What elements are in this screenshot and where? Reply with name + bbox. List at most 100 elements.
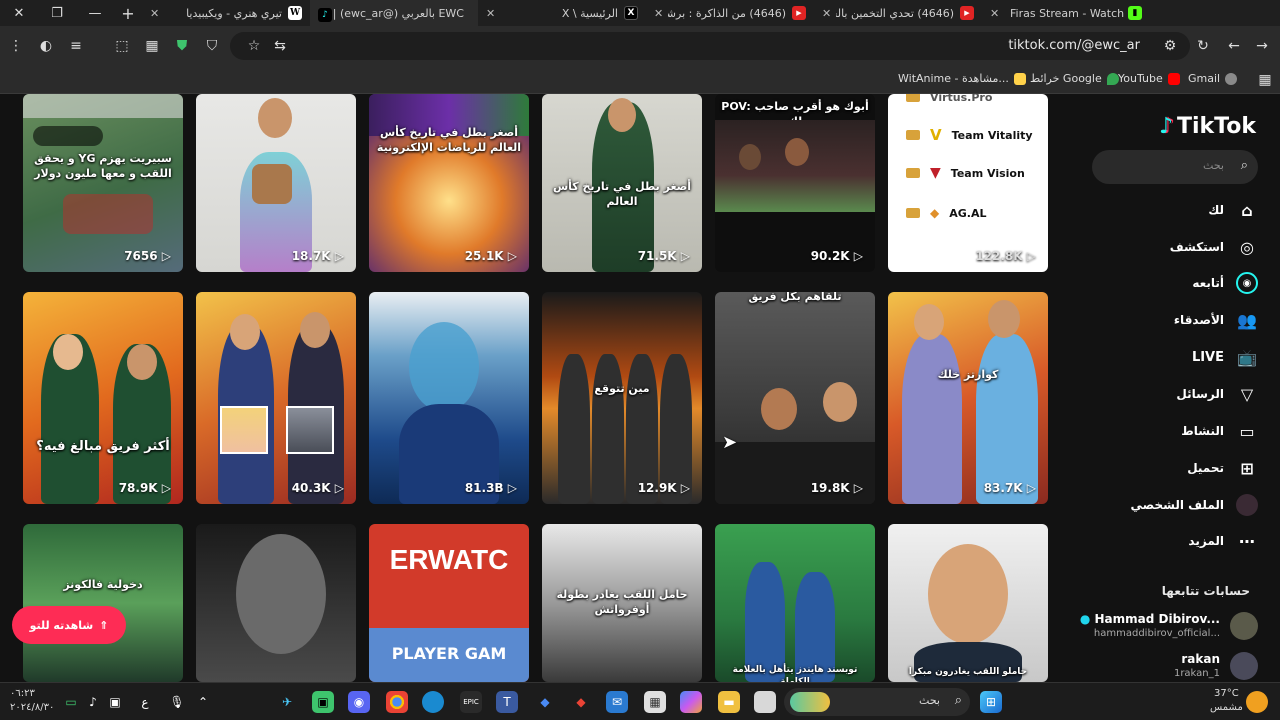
teams-icon[interactable]: T — [496, 691, 518, 713]
app-diamond-icon[interactable]: ◆ — [570, 691, 592, 713]
shield-icon[interactable]: ⛊ — [172, 36, 192, 56]
video-card[interactable]: 18.7K ▷ — [196, 94, 356, 272]
forward-arrow-icon[interactable]: → — [1252, 36, 1272, 56]
video-card[interactable]: 81.3B ▷ — [369, 292, 529, 504]
tab-youtube-barcelona[interactable]: ✕ (4646) من الذاكرة : برشلونة ▶ — [646, 0, 814, 26]
site-settings-icon[interactable]: ⚙ — [1160, 36, 1180, 56]
battery-icon[interactable]: ▭ — [60, 691, 82, 713]
close-tab-icon[interactable]: ✕ — [150, 7, 164, 20]
dropbox-icon[interactable]: ◆ — [534, 691, 556, 713]
nav-live[interactable]: LIVE 📺 — [1082, 345, 1258, 369]
nav-explore[interactable]: استكشف ◎ — [1082, 235, 1258, 259]
video-card[interactable]: حاملو اللقب يغادرون مبكرا — [888, 524, 1048, 682]
video-card[interactable]: توبسند هايندز يتأهل بالعلامة الكاملة — [715, 524, 875, 682]
video-card[interactable]: أصغر بطل في تاريخ كأس العالم 71.5K ▷ — [542, 94, 702, 272]
tiktok-logo[interactable]: ♪ TikTok — [1159, 114, 1256, 139]
video-card[interactable]: تلقاهم بكل فريق 19.8K ▷ — [715, 292, 875, 504]
profile-icon — [1236, 494, 1258, 516]
video-card[interactable]: أكثر فريق مبالغ فيه؟ 78.9K ▷ — [23, 292, 183, 504]
tab-title: Firas Stream - Watch Live — [1010, 6, 1128, 20]
nav-activity[interactable]: النشاط ▭ — [1082, 419, 1258, 443]
close-tab-icon[interactable]: ✕ — [990, 7, 1004, 20]
extension-icon[interactable]: ◐ — [36, 36, 56, 56]
video-card[interactable]: POV: أبوك هو أقرب صاحب لك 90.2K ▷ — [715, 94, 875, 272]
extensions-puzzle-icon[interactable]: ⬚ — [112, 36, 132, 56]
close-window-button[interactable]: ✕ — [0, 0, 38, 26]
bookmark-youtube[interactable]: YouTube — [1118, 72, 1180, 85]
discord-icon[interactable]: ◉ — [348, 691, 370, 713]
taskbar-search[interactable]: بحث ⌕ — [784, 688, 970, 716]
edge-icon[interactable] — [422, 691, 444, 713]
tab-tiktok[interactable]: ✕ EWC بالعربي (@ewc_ar) | ♪ — [310, 0, 478, 26]
bookmark-google-maps[interactable]: خرائط Google — [1030, 72, 1119, 85]
back-arrow-icon[interactable]: ← — [1224, 36, 1244, 56]
video-card[interactable]: سبيريت يهزم YG و يحقق اللقب و معها مليون… — [23, 94, 183, 272]
tab-wikipedia[interactable]: ✕ تيري هنري - ويكيبيديا W — [142, 0, 310, 26]
close-tab-icon[interactable]: ✕ — [654, 7, 668, 20]
nav-messages[interactable]: الرسائل ▽ — [1082, 382, 1258, 406]
restore-window-button[interactable]: ❐ — [38, 0, 76, 26]
following-accounts-header: حسابات تتابعها — [1161, 584, 1250, 598]
microphone-icon[interactable]: 🎙 — [166, 691, 188, 713]
nav-for-you[interactable]: لك ⌂ — [1082, 198, 1258, 222]
game-app-icon[interactable]: ▣ — [312, 691, 334, 713]
nav-more[interactable]: المزيد ⋯ — [1082, 529, 1258, 553]
epic-games-icon[interactable]: EPIC — [460, 691, 482, 713]
translate-icon[interactable]: ⇆ — [270, 36, 290, 56]
nav-friends[interactable]: الأصدقاء 👥 — [1082, 308, 1258, 332]
tab-youtube-challenge[interactable]: ✕ (4646) تحدي التخمين بالحركة ▶ — [814, 0, 982, 26]
video-card[interactable] — [196, 524, 356, 682]
tab-twitch[interactable]: ✕ Firas Stream - Watch Live ▮ — [982, 0, 1150, 26]
shield-outline-icon[interactable]: ⛉ — [202, 36, 222, 56]
store-icon[interactable]: ▦ — [644, 691, 666, 713]
following-account[interactable]: ● Hammad Dibirov... hammaddibirov_offici… — [1078, 610, 1258, 644]
copilot-icon[interactable] — [680, 691, 702, 713]
steam-icon[interactable]: ✈ — [276, 691, 298, 713]
video-card[interactable]: كوارتز خلك 83.7K ▷ — [888, 292, 1048, 504]
outlook-icon[interactable]: ✉ — [606, 691, 628, 713]
search-input[interactable]: بحث ⌕ — [1092, 150, 1258, 184]
minimize-window-button[interactable]: — — [76, 0, 114, 26]
video-card[interactable]: حامل اللقب يغادر بطولة أوفرواتش — [542, 524, 702, 682]
clock[interactable]: ٠٦:٢٣ ٢٠٢٤/٨/٣٠ — [10, 687, 54, 715]
account-handle: hammaddibirov_official... — [1093, 628, 1220, 639]
language-indicator[interactable]: ع — [134, 691, 156, 713]
following-account[interactable]: rakan 1rakan_1 — [1078, 650, 1258, 682]
chrome-icon[interactable] — [386, 691, 408, 713]
watched-just-now-button[interactable]: شاهدته للتو ⇑ — [12, 606, 126, 644]
video-scene — [715, 120, 875, 212]
address-bar[interactable]: ☆ ⇆ tiktok.com/@ewc_ar ⚙ — [230, 32, 1190, 60]
menu-dots-icon[interactable]: ⋮ — [6, 36, 26, 56]
twitch-icon: ▮ — [1128, 6, 1142, 20]
extension-icon[interactable]: ▦ — [142, 36, 162, 56]
video-card[interactable]: ERWATC PLAYER GAM — [369, 524, 529, 682]
video-card[interactable]: Virtus.Pro V Team Vitality ▼ Team Vision ◆… — [888, 94, 1048, 272]
weather-widget[interactable]: 37°C مشمس — [1210, 687, 1243, 715]
nav-following[interactable]: أتابعه ◉ — [1082, 271, 1258, 295]
network-icon[interactable]: ▣ — [104, 691, 126, 713]
video-card[interactable]: مين تتوقع 12.9K ▷ — [542, 292, 702, 504]
nav-profile[interactable]: الملف الشخصي — [1082, 493, 1258, 517]
tab-x[interactable]: ✕ الرئيسية \ X X — [478, 0, 646, 26]
bookmark-star-icon[interactable]: ☆ — [244, 36, 264, 56]
tray-chevron-icon[interactable]: ⌃ — [192, 691, 214, 713]
close-tab-icon[interactable]: ✕ — [486, 7, 500, 20]
apps-grid-icon[interactable]: ▦ — [1255, 70, 1275, 90]
video-card[interactable]: أصغر بطل في تاريخ كأس العالم للرياضات ال… — [369, 94, 529, 272]
bookmark-witanime[interactable]: WitAnime - مشاهدة... — [898, 72, 1026, 85]
volume-icon[interactable]: ♪ — [82, 691, 104, 713]
new-tab-button[interactable]: + — [114, 0, 142, 26]
file-explorer-icon[interactable]: ▬ — [718, 691, 740, 713]
person-head — [761, 388, 797, 430]
reload-icon[interactable]: ↻ — [1193, 36, 1213, 56]
tab-title: (4646) تحدي التخمين بالحركة — [836, 6, 954, 20]
close-tab-icon[interactable]: ✕ — [822, 7, 836, 20]
windows-start-icon[interactable]: ⊞ — [980, 691, 1002, 713]
app-window-icon[interactable] — [754, 691, 776, 713]
nav-upload[interactable]: تحميل ⊞ — [1082, 456, 1258, 480]
media-control-icon[interactable]: ≡ — [66, 36, 86, 56]
video-card[interactable]: دخولية فالكونز — [23, 524, 183, 682]
video-card[interactable]: 40.3K ▷ — [196, 292, 356, 504]
team-row: ▼ Team Vision — [906, 164, 1038, 182]
bookmark-gmail[interactable]: Gmail — [1188, 72, 1238, 85]
